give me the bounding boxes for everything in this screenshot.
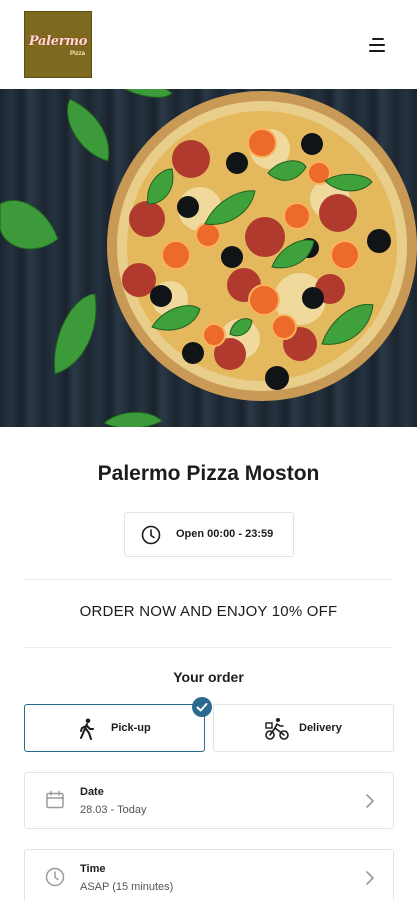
selected-check-icon bbox=[192, 697, 212, 717]
pickup-label: Pick-up bbox=[111, 722, 151, 734]
hamburger-menu-icon[interactable] bbox=[364, 34, 392, 56]
your-order-heading: Your order bbox=[173, 669, 244, 685]
opening-hours-text: Open 00:00 - 23:59 bbox=[176, 528, 274, 540]
calendar-icon bbox=[46, 790, 64, 809]
restaurant-logo[interactable]: Palermo Pizza bbox=[24, 11, 92, 78]
time-selector[interactable]: Time ASAP (15 minutes) bbox=[24, 849, 394, 900]
time-value: ASAP (15 minutes) bbox=[80, 881, 174, 893]
restaurant-name: Palermo Pizza Moston bbox=[97, 462, 320, 485]
opening-hours-badge: Open 00:00 - 23:59 bbox=[124, 512, 294, 557]
date-value: 28.03 - Today bbox=[80, 804, 147, 816]
date-label: Date bbox=[80, 786, 104, 798]
clock-icon bbox=[45, 867, 65, 887]
date-selector[interactable]: Date 28.03 - Today bbox=[24, 772, 394, 829]
promo-banner: ORDER NOW AND ENJOY 10% OFF bbox=[79, 603, 338, 620]
clock-icon bbox=[141, 525, 161, 545]
chevron-right-icon bbox=[366, 871, 374, 885]
divider bbox=[24, 647, 393, 648]
delivery-option-button[interactable]: Delivery bbox=[213, 704, 394, 752]
time-label: Time bbox=[80, 863, 106, 875]
pickup-option-button[interactable]: Pick-up bbox=[24, 704, 205, 752]
delivery-label: Delivery bbox=[299, 722, 342, 734]
logo-subtext: Pizza bbox=[69, 51, 85, 57]
app-header: Palermo Pizza bbox=[0, 0, 417, 89]
divider bbox=[24, 579, 393, 580]
chevron-right-icon bbox=[366, 794, 374, 808]
logo-text: Palermo bbox=[28, 34, 88, 49]
hero-pizza-image bbox=[0, 89, 417, 427]
walking-person-icon bbox=[80, 718, 94, 740]
bike-delivery-icon bbox=[265, 718, 289, 740]
